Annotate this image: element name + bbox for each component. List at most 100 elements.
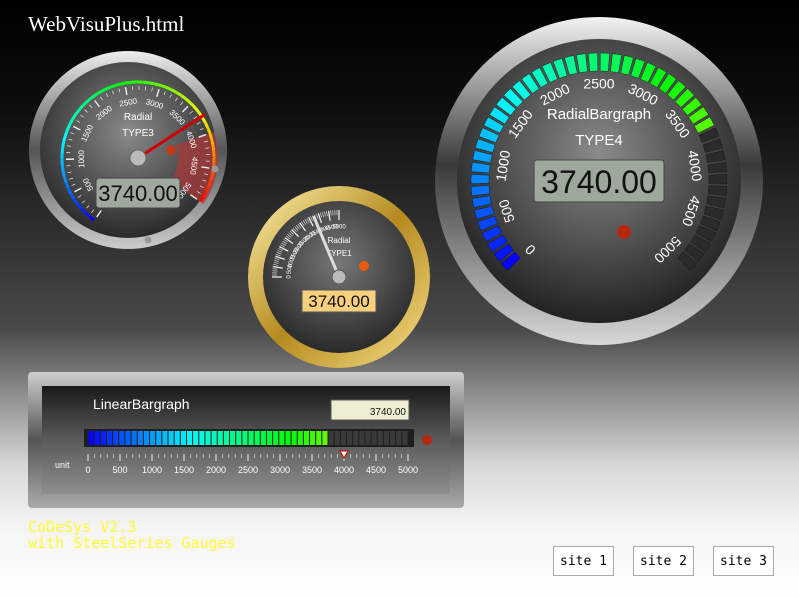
bargraph-segment — [113, 431, 119, 445]
bargraph-segment — [310, 431, 316, 445]
bargraph-segment — [279, 431, 285, 445]
gauge-title: Radial — [328, 236, 351, 245]
led-indicator — [617, 225, 631, 239]
bargraph-segment — [199, 431, 205, 445]
tick-label: 1000 — [142, 465, 162, 475]
bargraph-segment — [599, 52, 610, 72]
lcd-value: 3740.00 — [370, 407, 407, 418]
bargraph-segment — [131, 431, 137, 445]
bargraph-segment — [353, 431, 359, 445]
bargraph-segment — [396, 431, 402, 445]
bargraph-segment — [297, 431, 303, 445]
led-indicator — [166, 145, 176, 155]
bargraph-segment — [186, 431, 193, 445]
tick-label: 2500 — [583, 76, 614, 92]
bargraph-segment — [193, 431, 199, 445]
bargraph-segment — [303, 431, 310, 445]
unit-label: unit — [55, 460, 70, 470]
tick-label: 3000 — [270, 465, 290, 475]
needle-hub — [129, 149, 147, 167]
tick-label: 5000 — [332, 225, 346, 231]
tick-label: 1000 — [77, 149, 86, 168]
bargraph-segment — [100, 431, 106, 445]
bargraph-segment — [254, 431, 260, 445]
bargraph-segment — [156, 431, 162, 445]
lcd-value: 3740.00 — [541, 164, 657, 200]
bargraph-segment — [316, 431, 322, 445]
max-indicator — [144, 236, 152, 244]
bargraph-segment — [322, 431, 328, 445]
gauge-subtitle: TYPE4 — [575, 132, 623, 149]
footer-note: CoDeSys V2.3 with SteelSeries Gauges — [28, 519, 236, 551]
tick-label: 2500 — [238, 465, 258, 475]
site-1-button[interactable]: site 1 — [553, 546, 614, 576]
bargraph-segment — [371, 431, 377, 445]
site-3-button[interactable]: site 3 — [713, 546, 774, 576]
tick-label: 0 — [85, 465, 90, 475]
bargraph-segment — [291, 431, 297, 445]
bargraph-segment — [125, 431, 131, 445]
bargraph-segment — [285, 431, 291, 445]
radial-type1-gauge: 0500100015002000250030003500400045005000… — [248, 186, 430, 368]
bargraph-segment — [211, 431, 217, 445]
bargraph-segment — [217, 431, 223, 445]
bargraph-segment — [88, 431, 94, 445]
bargraph-segment — [180, 431, 186, 445]
bargraph-segment — [588, 52, 599, 72]
bargraph-segment — [236, 431, 242, 445]
bargraph-segment — [94, 431, 100, 445]
bargraph-segment — [162, 431, 168, 445]
bargraph-segment — [470, 174, 490, 184]
needle-hub — [331, 269, 347, 285]
gauge-title: RadialBargraph — [547, 106, 651, 123]
tick-label: 1500 — [174, 465, 194, 475]
gauge-title: LinearBargraph — [93, 396, 190, 412]
bargraph-segment — [328, 431, 334, 445]
bargraph-segment — [223, 431, 230, 445]
bargraph-segment — [402, 431, 408, 445]
page-title: WebVisuPlus.html — [28, 12, 185, 36]
tick-label: 4500 — [366, 465, 386, 475]
led-indicator — [422, 435, 432, 445]
tick-label: 4000 — [334, 465, 354, 475]
bargraph-segment — [708, 174, 728, 184]
bargraph-segment — [137, 431, 143, 445]
gauge-title: Radial — [124, 112, 152, 123]
bargraph-segment — [168, 431, 174, 445]
radial-bargraph-gauge: 0500100015002000 2500 30003500400045005000… — [435, 17, 763, 345]
bargraph-segment — [242, 431, 248, 445]
gauge-subtitle: TYPE3 — [122, 128, 154, 139]
lcd-value: 3740.00 — [308, 292, 369, 311]
tick-label: 2000 — [206, 465, 226, 475]
bargraph-segment — [334, 431, 340, 445]
bargraph-segment — [340, 431, 346, 445]
linear-bargraph-gauge: LinearBargraph 3740.00 unit 0 500 1000 1500… — [28, 372, 464, 508]
bargraph-segment — [143, 431, 150, 445]
bargraph-segment — [106, 431, 113, 445]
footer-line-2: with SteelSeries Gauges — [28, 534, 236, 552]
footer-line-1: CoDeSys V2.3 — [28, 518, 137, 536]
bargraph-segment — [248, 431, 254, 445]
site-2-button[interactable]: site 2 — [633, 546, 694, 576]
bargraph-segment — [390, 431, 396, 445]
bargraph-segment — [205, 431, 211, 445]
bargraph-segment — [346, 431, 353, 445]
min-indicator — [211, 165, 219, 173]
bargraph-segment — [119, 431, 125, 445]
bargraph-segment — [359, 431, 365, 445]
led-indicator — [359, 261, 369, 271]
lcd-value: 3740.00 — [98, 181, 178, 206]
radial-type3-gauge: 0500100015002000250030003500400045005000… — [29, 51, 227, 249]
bargraph-segment — [260, 431, 266, 445]
bargraph-segment — [150, 431, 156, 445]
tick-label: 5000 — [398, 465, 418, 475]
bargraph-segment — [377, 431, 383, 445]
bargraph-segment — [273, 431, 279, 445]
bargraph-segment — [383, 431, 390, 445]
bargraph-segment — [365, 431, 371, 445]
tick-label: 500 — [112, 465, 127, 475]
tick-label: 3500 — [302, 465, 322, 475]
bargraph-segment — [230, 431, 236, 445]
bargraph-segment — [266, 431, 273, 445]
bargraph-segment — [174, 431, 180, 445]
